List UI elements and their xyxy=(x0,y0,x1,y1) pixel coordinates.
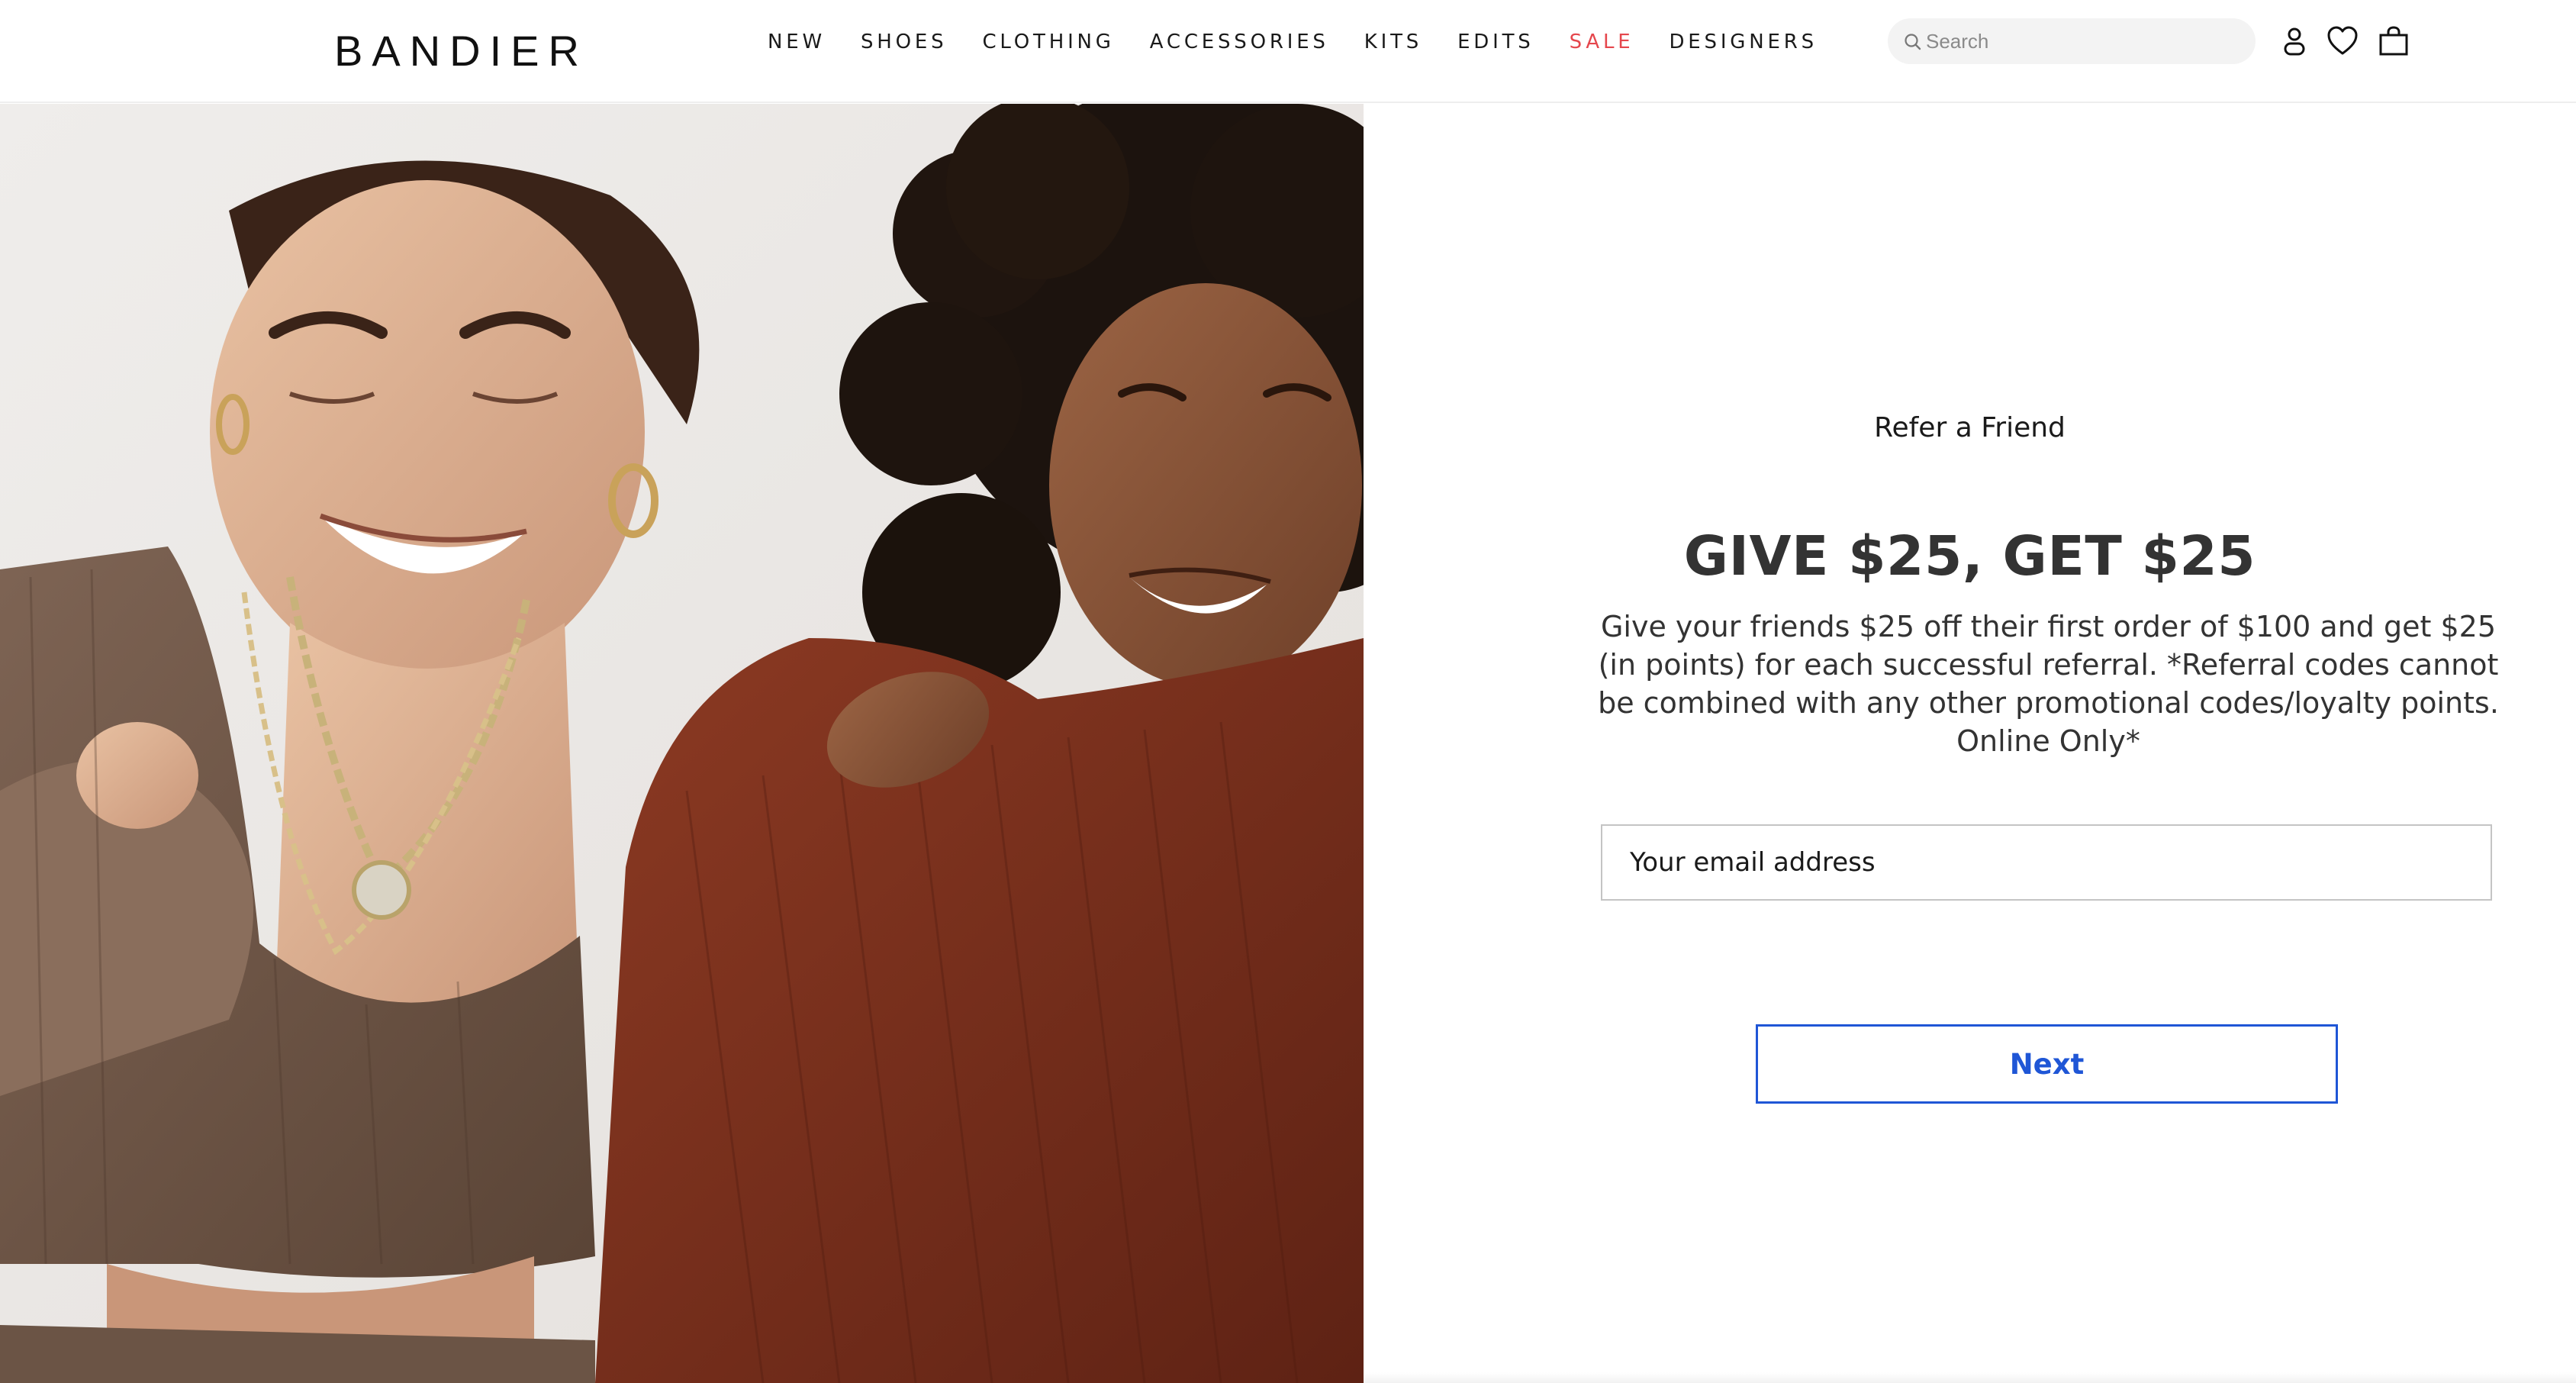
nav-item-kits[interactable]: KITS xyxy=(1364,24,1422,60)
shopping-bag-icon[interactable] xyxy=(2377,24,2410,58)
hero-image xyxy=(0,104,1364,1383)
search-box[interactable] xyxy=(1888,18,2256,64)
referral-description: Give your friends $25 off their first or… xyxy=(1598,610,2499,758)
referral-panel: Refer a Friend GIVE $25, GET $25 Give yo… xyxy=(1364,104,2576,1383)
site-header: BANDIER NEW SHOES CLOTHING ACCESSORIES K… xyxy=(0,0,2576,103)
heart-icon[interactable] xyxy=(2326,24,2359,58)
nav-item-edits[interactable]: EDITS xyxy=(1457,24,1534,60)
nav-item-sale[interactable]: SALE xyxy=(1570,24,1634,60)
nav-item-designers[interactable]: DESIGNERS xyxy=(1669,24,1817,60)
account-icon[interactable] xyxy=(2278,24,2311,58)
search-icon xyxy=(1905,34,1921,50)
nav-item-clothing[interactable]: CLOTHING xyxy=(982,24,1114,60)
panel-bottom-shadow xyxy=(1364,1372,2576,1383)
nav-item-new[interactable]: NEW xyxy=(768,24,826,60)
email-field[interactable] xyxy=(1601,824,2492,901)
nav-item-accessories[interactable]: ACCESSORIES xyxy=(1150,24,1329,60)
search-input[interactable] xyxy=(1926,23,2239,60)
main-nav: NEW SHOES CLOTHING ACCESSORIES KITS EDIT… xyxy=(768,24,1818,60)
referral-eyebrow: Refer a Friend xyxy=(1874,412,2066,443)
nav-item-shoes[interactable]: SHOES xyxy=(861,24,947,60)
referral-headline: GIVE $25, GET $25 xyxy=(1683,524,2256,588)
hero-photo-illustration xyxy=(0,104,1364,1383)
next-button[interactable]: Next xyxy=(1756,1024,2338,1104)
brand-logo[interactable]: BANDIER xyxy=(334,17,588,85)
